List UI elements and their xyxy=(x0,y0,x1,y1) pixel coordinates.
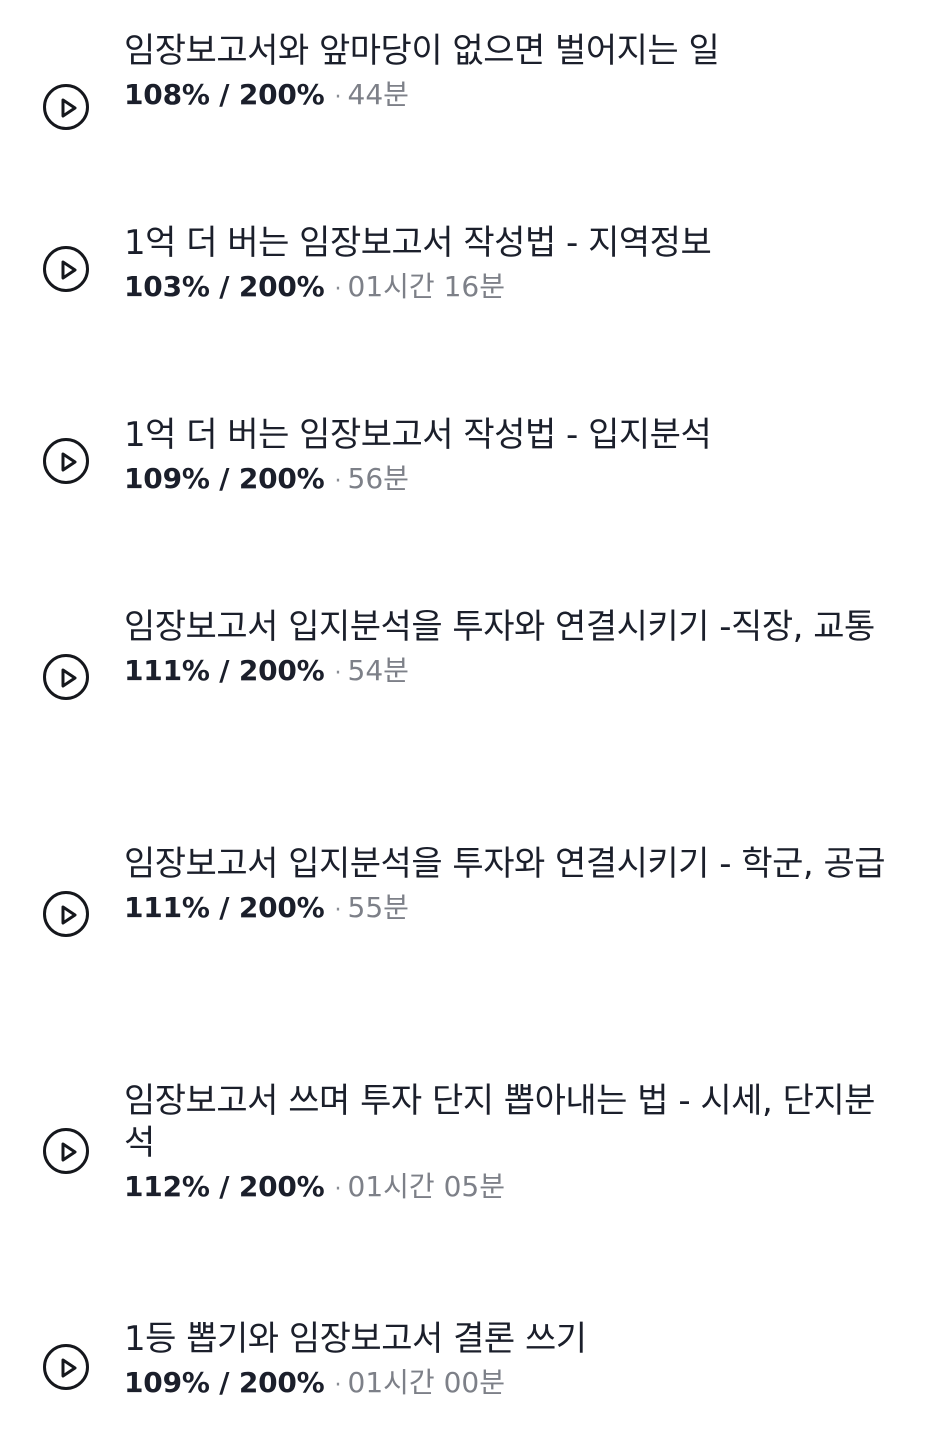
lecture-meta: 103% / 200% · 01시간 16분 xyxy=(124,270,904,307)
lecture-title[interactable]: 1억 더 버는 임장보고서 작성법 - 지역정보 xyxy=(124,222,904,264)
lecture-meta: 112% / 200% · 01시간 05분 xyxy=(124,1170,904,1207)
lecture-list: 임장보고서와 앞마당이 없으면 벌어지는 일 108% / 200% · 44분 1… xyxy=(0,0,934,1444)
lecture-text: 1억 더 버는 임장보고서 작성법 - 지역정보 103% / 200% · 01시… xyxy=(124,222,904,307)
lecture-text: 1억 더 버는 임장보고서 작성법 - 입지분석 109% / 200% · 56분 xyxy=(124,414,904,499)
lecture-text: 임장보고서와 앞마당이 없으면 벌어지는 일 108% / 200% · 44분 xyxy=(124,30,904,115)
lecture-meta: 111% / 200% · 54분 xyxy=(124,654,904,691)
play-circle-icon[interactable] xyxy=(43,246,89,292)
play-triangle-icon xyxy=(61,452,77,472)
lecture-meta: 108% / 200% · 44분 xyxy=(124,78,904,115)
meta-separator: · xyxy=(334,1373,342,1398)
play-circle-icon[interactable] xyxy=(43,84,89,130)
play-triangle-icon xyxy=(61,1358,77,1378)
play-triangle-icon xyxy=(61,668,77,688)
lecture-meta: 111% / 200% · 55분 xyxy=(124,891,904,928)
play-triangle-icon xyxy=(61,260,77,280)
play-circle-icon[interactable] xyxy=(43,654,89,700)
lecture-duration: 44분 xyxy=(347,78,409,111)
meta-separator: · xyxy=(334,661,342,686)
play-circle-icon[interactable] xyxy=(43,438,89,484)
play-circle-icon[interactable] xyxy=(43,891,89,937)
lecture-title[interactable]: 1억 더 버는 임장보고서 작성법 - 입지분석 xyxy=(124,414,904,456)
lecture-title[interactable]: 임장보고서 쓰며 투자 단지 뽑아내는 법 - 시세, 단지분석 xyxy=(124,1080,904,1164)
lecture-title[interactable]: 1등 뽑기와 임장보고서 결론 쓰기 xyxy=(124,1318,904,1360)
lecture-duration: 01시간 00분 xyxy=(347,1366,505,1399)
lecture-progress: 109% / 200% xyxy=(124,1366,325,1399)
lecture-text: 임장보고서 쓰며 투자 단지 뽑아내는 법 - 시세, 단지분석 112% / … xyxy=(124,1080,904,1207)
lecture-text: 1등 뽑기와 임장보고서 결론 쓰기 109% / 200% · 01시간 00분 xyxy=(124,1318,904,1403)
lecture-title[interactable]: 임장보고서 입지분석을 투자와 연결시키기 -직장, 교통 xyxy=(124,606,904,648)
lecture-progress: 108% / 200% xyxy=(124,78,325,111)
play-triangle-icon xyxy=(61,905,77,925)
lecture-duration: 54분 xyxy=(347,654,409,687)
lecture-progress: 112% / 200% xyxy=(124,1170,325,1203)
meta-separator: · xyxy=(334,85,342,110)
meta-separator: · xyxy=(334,277,342,302)
lecture-progress: 111% / 200% xyxy=(124,891,325,924)
lecture-duration: 01시간 16분 xyxy=(347,270,505,303)
lecture-duration: 55분 xyxy=(347,891,409,924)
lecture-progress: 111% / 200% xyxy=(124,654,325,687)
lecture-duration: 01시간 05분 xyxy=(347,1170,505,1203)
play-circle-icon[interactable] xyxy=(43,1344,89,1390)
meta-separator: · xyxy=(334,1177,342,1202)
lecture-meta: 109% / 200% · 56분 xyxy=(124,462,904,499)
meta-separator: · xyxy=(334,469,342,494)
play-circle-icon[interactable] xyxy=(43,1128,89,1174)
play-triangle-icon xyxy=(61,1142,77,1162)
lecture-title[interactable]: 임장보고서와 앞마당이 없으면 벌어지는 일 xyxy=(124,30,904,72)
play-triangle-icon xyxy=(61,98,77,118)
lecture-text: 임장보고서 입지분석을 투자와 연결시키기 -직장, 교통 111% / 200… xyxy=(124,606,904,691)
lecture-duration: 56분 xyxy=(347,462,409,495)
lecture-title[interactable]: 임장보고서 입지분석을 투자와 연결시키기 - 학군, 공급 xyxy=(124,843,904,885)
lecture-progress: 109% / 200% xyxy=(124,462,325,495)
meta-separator: · xyxy=(334,898,342,923)
lecture-text: 임장보고서 입지분석을 투자와 연결시키기 - 학군, 공급 111% / 20… xyxy=(124,843,904,928)
lecture-meta: 109% / 200% · 01시간 00분 xyxy=(124,1366,904,1403)
lecture-progress: 103% / 200% xyxy=(124,270,325,303)
